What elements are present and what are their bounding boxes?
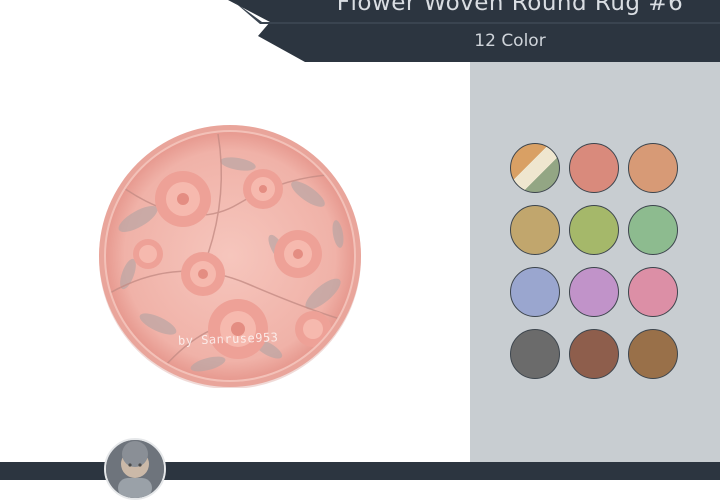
rug-illustration (99, 125, 361, 389)
color-swatch-tan-brown[interactable] (628, 329, 678, 379)
color-swatch-brown[interactable] (569, 329, 619, 379)
color-swatch-mustard[interactable] (510, 205, 560, 255)
avatar-portrait-icon (106, 440, 164, 498)
author-avatar (104, 438, 166, 500)
color-swatch-rose-pink[interactable] (628, 267, 678, 317)
rug-image (98, 124, 362, 389)
color-swatch-periwinkle[interactable] (510, 267, 560, 317)
color-swatch-orange-cream-green[interactable] (510, 143, 560, 193)
color-swatch-olive-green[interactable] (569, 205, 619, 255)
color-swatch-peach[interactable] (628, 143, 678, 193)
color-swatch-lavender[interactable] (569, 267, 619, 317)
color-swatch-grid (510, 143, 682, 383)
page-title: Flower Woven Round Rug #6 (336, 0, 684, 16)
header-banner: Flower Woven Round Rug #6 12 Color (0, 0, 720, 62)
color-swatch-sage-green[interactable] (628, 205, 678, 255)
color-swatch-coral[interactable] (569, 143, 619, 193)
color-count-subtitle: 12 Color (474, 31, 546, 51)
color-swatch-charcoal[interactable] (510, 329, 560, 379)
